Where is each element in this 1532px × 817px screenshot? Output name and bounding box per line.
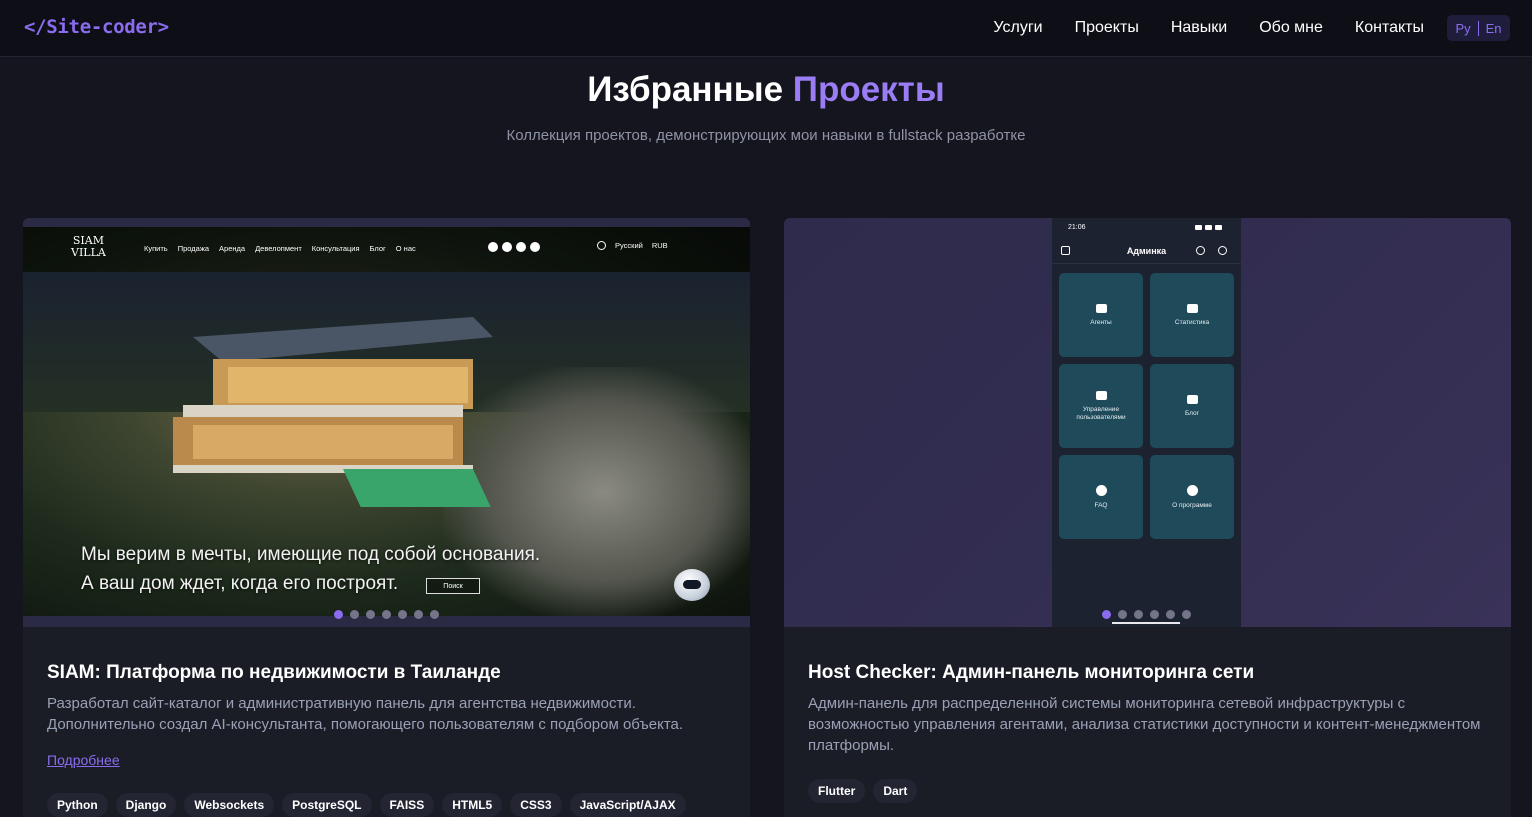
site-header: </Site-coder> Услуги Проекты Навыки Обо … <box>0 0 1532 57</box>
preview-nav-item: Купить <box>144 244 168 253</box>
carousel-dot[interactable] <box>414 610 423 619</box>
site-logo[interactable]: </Site-coder> <box>24 16 169 38</box>
carousel-dot[interactable] <box>366 610 375 619</box>
project-title: SIAM: Платформа по недвижимости в Таилан… <box>47 662 501 683</box>
tech-tag: PostgreSQL <box>282 793 372 817</box>
app-title: Админка <box>1126 246 1167 256</box>
ai-bot-icon <box>674 569 710 601</box>
battery-icon <box>1215 225 1222 230</box>
preview-nav-item: Консультация <box>311 244 360 253</box>
tile-about: О программе <box>1150 455 1234 539</box>
nav-link-projects[interactable]: Проекты <box>1075 19 1139 37</box>
instagram-icon <box>516 242 526 252</box>
sun-icon <box>1218 246 1227 255</box>
project-card-host-checker: 21:06 Админка Агенты Статистика Управлен… <box>784 218 1511 817</box>
signal-icon <box>1195 225 1202 230</box>
carousel-dot[interactable] <box>1182 610 1191 619</box>
status-icons <box>1195 225 1222 230</box>
carousel-dot[interactable] <box>382 610 391 619</box>
facebook-icon <box>502 242 512 252</box>
preview-social-icons <box>488 242 540 252</box>
wifi-icon <box>1205 225 1212 230</box>
preview-nav-item: Продажа <box>177 244 210 253</box>
nav-link-skills[interactable]: Навыки <box>1171 19 1227 37</box>
status-time: 21:06 <box>1068 224 1086 231</box>
tile-agents: Агенты <box>1059 273 1143 357</box>
tech-tag: Flutter <box>808 779 866 803</box>
project-title: Host Checker: Админ-панель мониторинга с… <box>808 662 1255 683</box>
chart-icon <box>1186 303 1198 313</box>
language-switcher: Ру En <box>1447 15 1510 41</box>
section-title: Избранные Проекты <box>0 70 1532 110</box>
document-icon <box>1186 394 1198 404</box>
project-screenshot: SIAM VILLA Купить Продажа Аренда Девелоп… <box>23 227 750 616</box>
tech-tag: Websockets <box>184 793 275 817</box>
preview-user-controls: Русский RUB <box>597 241 668 250</box>
user-icon <box>597 241 606 250</box>
tech-tag: FAISS <box>379 793 435 817</box>
lang-ru-button[interactable]: Ру <box>1455 21 1470 36</box>
project-card-siam: SIAM VILLA Купить Продажа Аренда Девелоп… <box>23 218 750 817</box>
tech-tag: Python <box>47 793 108 817</box>
tile-statistics: Статистика <box>1150 273 1234 357</box>
tech-tag: CSS3 <box>510 793 562 817</box>
youtube-icon <box>530 242 540 252</box>
preview-nav-item: Аренда <box>219 244 246 253</box>
users-icon <box>1095 390 1107 400</box>
carousel-dots <box>1102 610 1191 619</box>
tech-tag: HTML5 <box>442 793 503 817</box>
carousel-dot[interactable] <box>1102 610 1111 619</box>
tile-faq: FAQ <box>1059 455 1143 539</box>
tech-tags: Flutter Dart <box>808 779 918 803</box>
preview-nav-links: Купить Продажа Аренда Девелопмент Консул… <box>144 244 416 253</box>
whatsapp-icon <box>488 242 498 252</box>
preview-nav-item: Девелопмент <box>255 244 302 253</box>
carousel-dot[interactable] <box>334 610 343 619</box>
more-link[interactable]: Подробнее <box>47 752 120 768</box>
preview-language: Русский <box>615 241 643 250</box>
section-title-main: Избранные <box>587 70 784 109</box>
preview-nav-item: Блог <box>369 244 386 253</box>
project-carousel[interactable]: 21:06 Админка Агенты Статистика Управлен… <box>784 218 1511 627</box>
project-description: Разработал сайт-каталог и административн… <box>47 695 684 733</box>
tile-blog: Блог <box>1150 364 1234 448</box>
info-icon <box>1186 484 1198 496</box>
section-subtitle: Коллекция проектов, демонстрирующих мои … <box>506 127 1026 144</box>
preview-search-button: Поиск <box>426 578 480 594</box>
phone-home-indicator <box>1112 622 1180 624</box>
carousel-dot[interactable] <box>350 610 359 619</box>
tech-tag: JavaScript/AJAX <box>569 793 686 817</box>
project-description: Админ-панель для распределенной системы … <box>808 695 1481 754</box>
lang-en-button[interactable]: En <box>1486 21 1502 36</box>
laptop-icon <box>1095 303 1107 313</box>
app-bar: Админка <box>1052 238 1241 264</box>
nav-link-services[interactable]: Услуги <box>993 19 1042 37</box>
help-icon <box>1095 484 1107 496</box>
carousel-dots <box>334 610 439 619</box>
tech-tag: Dart <box>873 779 918 803</box>
carousel-dot[interactable] <box>1150 610 1159 619</box>
lang-divider <box>1477 20 1479 36</box>
villa-image <box>173 317 493 507</box>
project-carousel[interactable]: SIAM VILLA Купить Продажа Аренда Девелоп… <box>23 218 750 627</box>
section-title-accent: Проекты <box>792 70 945 109</box>
tech-tags: Python Django Websockets PostgreSQL FAIS… <box>47 793 686 817</box>
preview-nav-item: О нас <box>395 244 416 253</box>
nav-link-contacts[interactable]: Контакты <box>1355 19 1424 37</box>
main-nav: Услуги Проекты Навыки Обо мне Контакты <box>993 19 1424 37</box>
preview-logo: SIAM VILLA <box>71 234 106 259</box>
preview-navbar: SIAM VILLA Купить Продажа Аренда Девелоп… <box>23 227 750 272</box>
tile-users: Управление пользователями <box>1059 364 1143 448</box>
carousel-dot[interactable] <box>1118 610 1127 619</box>
carousel-dot[interactable] <box>1134 610 1143 619</box>
nav-link-about[interactable]: Обо мне <box>1259 19 1323 37</box>
carousel-dot[interactable] <box>430 610 439 619</box>
preview-currency: RUB <box>651 241 668 250</box>
phone-screenshot: 21:06 Админка Агенты Статистика Управлен… <box>1052 218 1241 627</box>
globe-icon <box>1196 246 1205 255</box>
tech-tag: Django <box>115 793 177 817</box>
carousel-dot[interactable] <box>398 610 407 619</box>
carousel-dot[interactable] <box>1166 610 1175 619</box>
